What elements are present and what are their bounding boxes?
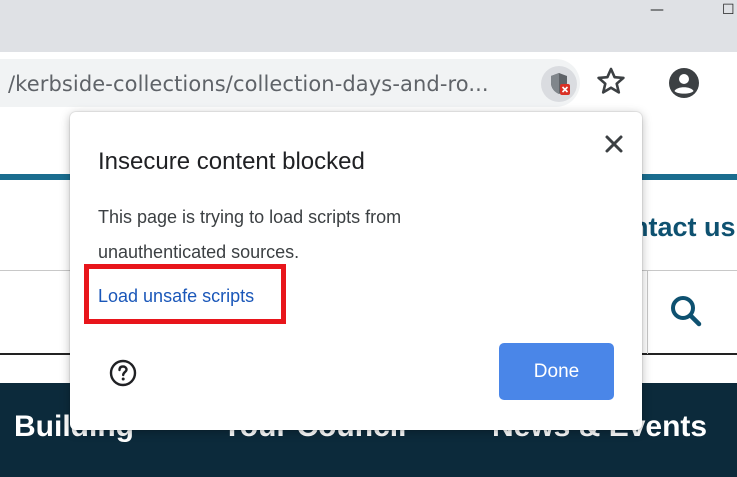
popup-title: Insecure content blocked [98, 148, 365, 175]
address-bar-url[interactable]: /kerbside-collections/collection-days-an… [8, 72, 489, 96]
bookmark-star-button[interactable] [596, 66, 626, 96]
search-icon [671, 296, 702, 327]
insecure-content-shield-icon [551, 73, 570, 95]
close-button[interactable] [598, 128, 630, 160]
browser-titlebar: — ☐ [0, 0, 737, 52]
browser-toolbar: /kerbside-collections/collection-days-an… [0, 52, 737, 114]
popup-description: This page is trying to load scripts from… [98, 207, 402, 262]
contact-us-link[interactable]: ntact us [632, 212, 736, 243]
search-divider [647, 270, 648, 354]
star-icon [597, 67, 625, 94]
load-unsafe-scripts-link[interactable]: Load unsafe scripts [98, 286, 254, 307]
maximize-button[interactable]: ☐ [722, 2, 735, 18]
insecure-content-shield-button[interactable] [541, 66, 577, 102]
minimize-button[interactable]: — [650, 2, 664, 18]
help-icon [109, 359, 137, 387]
site-search-button[interactable] [666, 292, 706, 332]
help-button[interactable] [108, 358, 138, 388]
account-icon [669, 68, 699, 98]
done-button[interactable]: Done [499, 343, 614, 400]
account-button[interactable] [667, 66, 701, 100]
insecure-content-popup: Insecure content blocked This page is tr… [70, 112, 642, 430]
address-bar[interactable]: /kerbside-collections/collection-days-an… [0, 59, 580, 107]
close-icon [605, 135, 623, 153]
